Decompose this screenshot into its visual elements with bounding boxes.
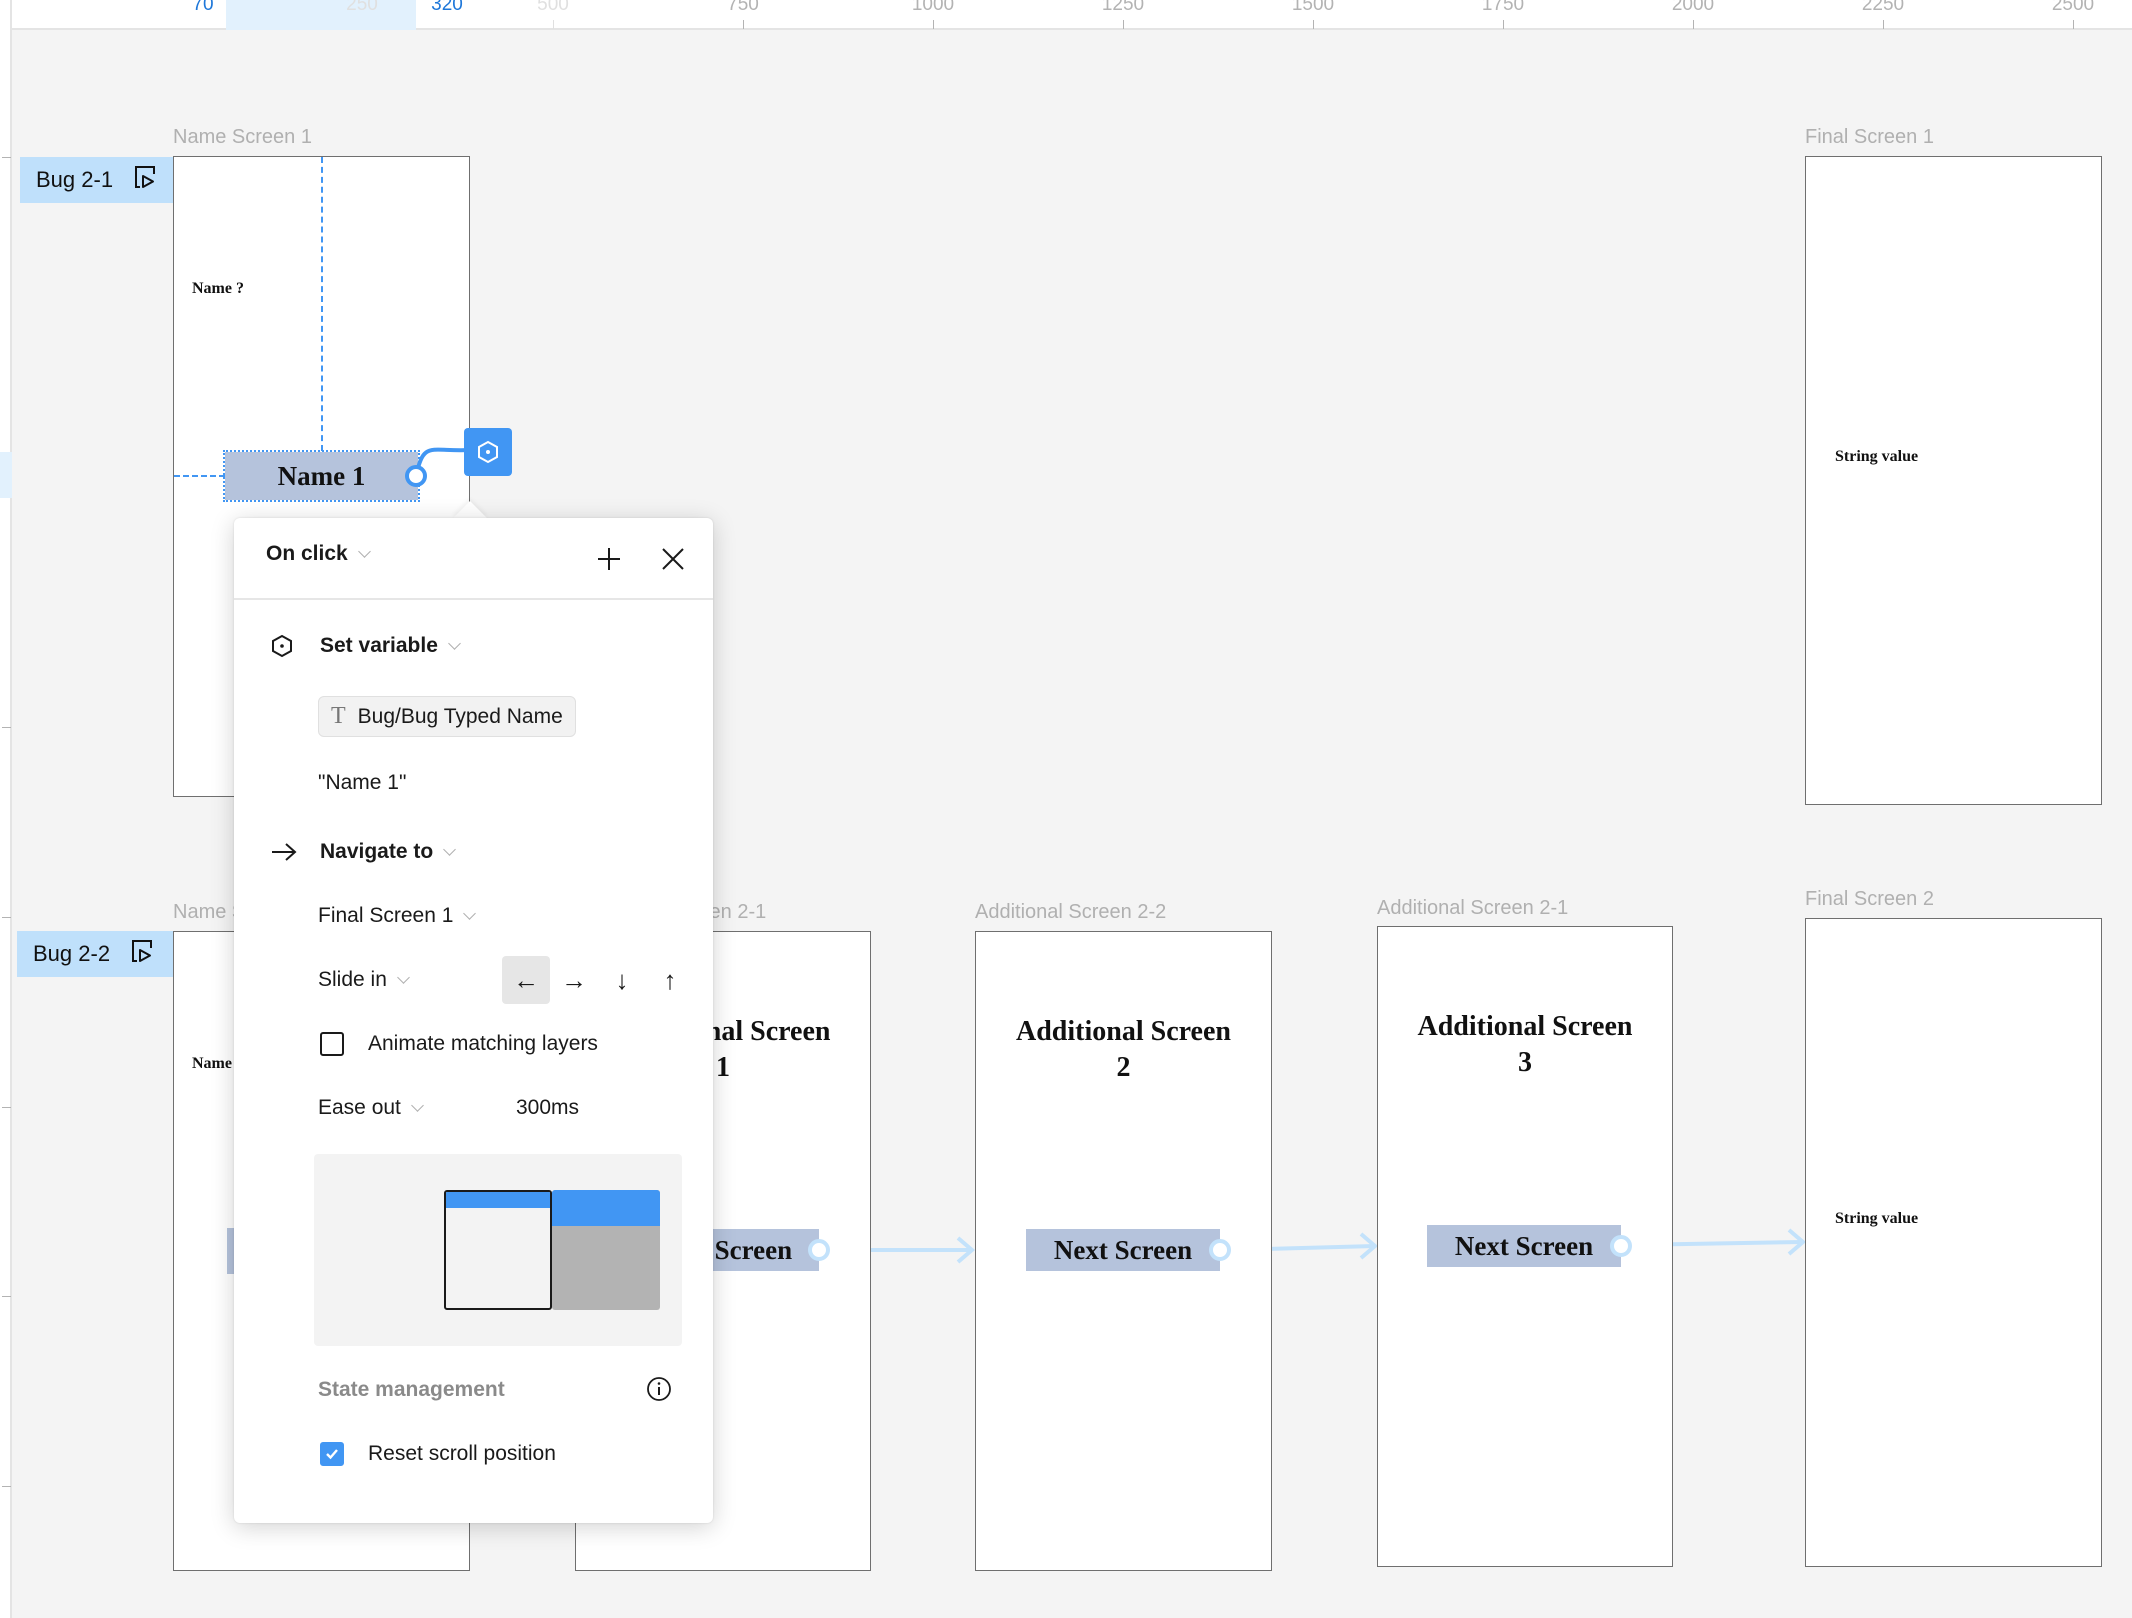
easing-label: Ease out xyxy=(318,1096,401,1119)
frame-label[interactable]: Additional Screen 2-1 xyxy=(1377,897,1568,920)
checkbox-label: Reset scroll position xyxy=(368,1442,556,1465)
variable-value: "Name 1" xyxy=(318,771,407,794)
direction-up-button[interactable]: ↑ xyxy=(646,956,694,1004)
direction-right-button[interactable]: → xyxy=(550,956,598,1004)
variable-hexagon-icon xyxy=(478,440,498,464)
destination-dropdown[interactable]: Final Screen 1 xyxy=(318,904,477,928)
reset-scroll-option[interactable]: Reset scroll position xyxy=(320,1442,556,1466)
connection-handle[interactable] xyxy=(808,1239,830,1261)
action-label: Set variable xyxy=(320,634,438,657)
frame-label[interactable]: Final Screen 2 xyxy=(1805,888,1934,911)
chevron-down-icon xyxy=(448,636,461,650)
set-variable-action[interactable]: Set variable xyxy=(270,634,461,658)
animation-label: Slide in xyxy=(318,968,387,991)
flow-starting-point-bug-2-2[interactable]: Bug 2-2 xyxy=(17,931,173,977)
next-screen-button[interactable]: Next Screen xyxy=(1026,1229,1220,1271)
destination-label: Final Screen 1 xyxy=(318,904,454,927)
chevron-down-icon xyxy=(357,544,371,558)
animation-dropdown[interactable]: Slide in xyxy=(318,968,410,992)
screen-title: Additional Screen 3 xyxy=(1417,1011,1633,1078)
variable-name: Bug/Bug Typed Name xyxy=(357,704,563,728)
text-type-icon: T xyxy=(331,703,346,729)
variable-value-input[interactable]: "Name 1" xyxy=(318,771,406,795)
play-flow-icon xyxy=(130,939,154,969)
chevron-down-icon xyxy=(463,906,477,920)
direction-selector: ← → ↓ ↑ xyxy=(502,956,694,1004)
button-label: Next Screen xyxy=(1053,1234,1193,1265)
variable-picker[interactable]: T Bug/Bug Typed Name xyxy=(318,696,576,737)
flow-label: Bug 2-2 xyxy=(33,941,111,966)
button-label: Next Screen xyxy=(1454,1230,1594,1261)
divider xyxy=(234,598,713,600)
preview-current-screen xyxy=(444,1190,552,1310)
duration-input[interactable]: 300ms xyxy=(516,1096,579,1120)
add-action-button[interactable] xyxy=(594,544,624,574)
duration-value: 300ms xyxy=(516,1096,580,1119)
plus-icon xyxy=(598,548,620,570)
chevron-down-icon xyxy=(397,970,410,984)
connection-handle[interactable] xyxy=(1610,1235,1632,1257)
interaction-details-popup: On click Set variable T Bug/Bug Typed Na… xyxy=(234,518,713,1523)
animate-matching-layers-option[interactable]: Animate matching layers xyxy=(320,1032,598,1056)
reset-scroll-checkbox[interactable] xyxy=(320,1442,344,1466)
animate-matching-layers-checkbox[interactable] xyxy=(320,1032,344,1056)
trigger-label: On click xyxy=(266,542,348,565)
easing-dropdown[interactable]: Ease out xyxy=(318,1096,424,1120)
variable-hexagon-icon xyxy=(272,634,292,658)
frame-label[interactable]: Final Screen 1 xyxy=(1805,126,1934,149)
info-button[interactable] xyxy=(646,1376,672,1402)
animation-preview xyxy=(314,1154,682,1346)
direction-down-button[interactable]: ↓ xyxy=(598,956,646,1004)
navigate-to-action[interactable]: Navigate to xyxy=(270,840,457,864)
state-management-heading: State management xyxy=(318,1378,505,1401)
close-button[interactable] xyxy=(658,544,688,574)
info-icon xyxy=(647,1377,671,1401)
preview-incoming-screen xyxy=(552,1190,660,1310)
close-icon xyxy=(662,548,684,570)
string-value-text: String value xyxy=(1835,448,1919,465)
frame-label[interactable]: Additional Screen 2-2 xyxy=(975,901,1166,924)
screen-title: Additional Screen 2 xyxy=(1016,1016,1231,1083)
connection-handle[interactable] xyxy=(405,465,427,487)
connection-handle[interactable] xyxy=(1209,1239,1231,1261)
checkmark-icon xyxy=(326,1449,338,1460)
frame-final-screen-2[interactable]: String value xyxy=(1805,918,2102,1567)
checkbox-label: Animate matching layers xyxy=(368,1032,598,1055)
direction-left-button[interactable]: ← xyxy=(502,956,550,1004)
next-screen-button[interactable]: Next Screen xyxy=(1427,1225,1621,1267)
chevron-down-icon xyxy=(443,842,457,856)
chevron-down-icon xyxy=(411,1098,424,1112)
trigger-dropdown[interactable]: On click xyxy=(266,542,371,566)
frame-final-screen-1[interactable]: String value xyxy=(1805,156,2102,805)
string-value-text: String value xyxy=(1835,1210,1919,1227)
arrow-right-icon xyxy=(272,843,297,861)
variable-action-node[interactable] xyxy=(464,428,512,476)
action-label: Navigate to xyxy=(320,840,434,863)
